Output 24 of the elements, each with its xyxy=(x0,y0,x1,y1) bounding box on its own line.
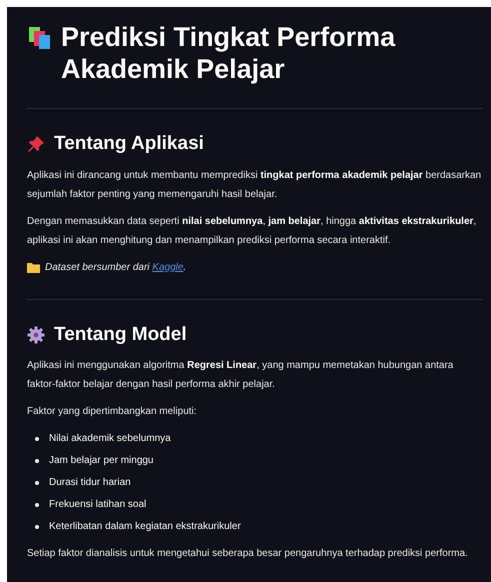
paragraph: Setiap faktor dianalisis untuk mengetahui seberapa besar pengaruhnya terhadap prediksi performa. xyxy=(27,547,469,562)
pushpin-icon xyxy=(27,135,45,154)
bullet-icon xyxy=(35,480,39,485)
folder-icon xyxy=(27,262,40,273)
list-item: Frekuensi latihan soal xyxy=(49,498,146,512)
section-heading: Tentang Model xyxy=(54,324,187,346)
bullet-icon xyxy=(35,458,39,463)
list-item: Keterlibatan dalam kegiatan ekstrakurikuler xyxy=(49,520,241,534)
bullet-icon xyxy=(35,502,39,507)
gear-icon xyxy=(27,326,45,344)
page-title: Prediksi Tingkat Performa Akademik Pelajar xyxy=(61,21,396,86)
paragraph: Aplikasi ini menggunakan algoritma Regresi Linear, yang mampu memetakan hubungan antara faktor-faktor belajar dengan hasil performa akhir pelajar. xyxy=(27,359,454,392)
paragraph: Aplikasi ini dirancang untuk membantu memprediksi tingkat performa akademik pelajar berdasarkan sejumlah faktor penting yang memengaruhi hasil belajar. xyxy=(27,168,482,202)
paragraph: Dengan memasukkan data seperti nilai sebelumnya, jam belajar, hingga aktivitas ekstrakurikuler, aplikasi ini akan menghitung dan menampilkan prediksi performa secara interaktif. xyxy=(27,214,478,248)
list-item: Jam belajar per minggu xyxy=(49,454,154,468)
list-item: Nilai akademik sebelumnya xyxy=(49,432,171,446)
bullet-icon xyxy=(35,524,39,529)
source-note: Dataset bersumber dari Kaggle. xyxy=(45,260,186,275)
bullet-icon xyxy=(35,436,39,441)
kaggle-link[interactable]: Kaggle xyxy=(152,262,184,273)
books-icon xyxy=(27,25,53,51)
paragraph: Faktor yang dipertimbangkan meliputi: xyxy=(27,405,198,420)
section-heading: Tentang Aplikasi xyxy=(54,132,204,156)
list-item: Durasi tidur harian xyxy=(49,476,131,490)
